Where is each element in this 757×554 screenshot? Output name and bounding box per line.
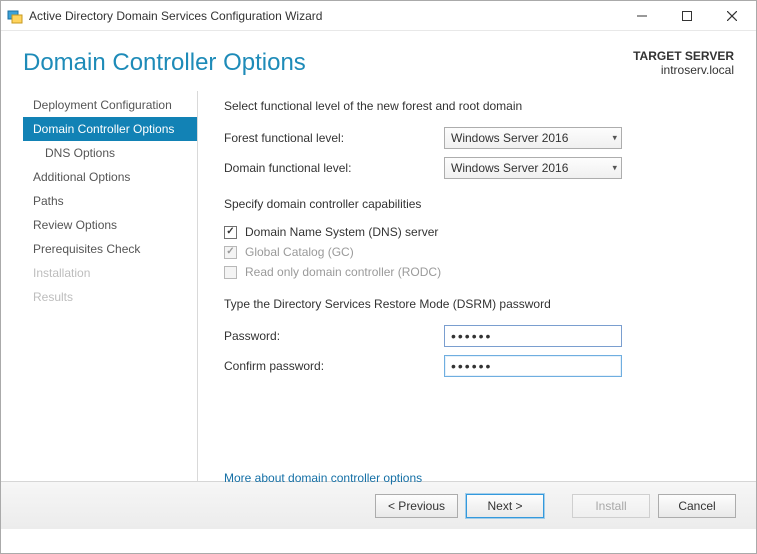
forest-level-label: Forest functional level:	[224, 131, 444, 145]
nav-dns-options[interactable]: DNS Options	[23, 141, 197, 165]
password-label: Password:	[224, 329, 444, 343]
dns-checkbox[interactable]	[224, 226, 237, 239]
confirm-password-input[interactable]: ••••••	[444, 355, 622, 377]
next-button[interactable]: Next >	[466, 494, 544, 518]
gc-checkbox-row: Global Catalog (GC)	[224, 245, 726, 259]
body: Deployment Configuration Domain Controll…	[1, 91, 756, 481]
rodc-checkbox-label: Read only domain controller (RODC)	[245, 265, 441, 279]
chevron-down-icon: ▾	[612, 133, 617, 144]
install-button: Install	[572, 494, 650, 518]
nav-paths[interactable]: Paths	[23, 189, 197, 213]
functional-level-text: Select functional level of the new fores…	[224, 99, 726, 113]
password-row: Password: ••••••	[224, 325, 726, 347]
nav-deployment-configuration[interactable]: Deployment Configuration	[23, 93, 197, 117]
close-button[interactable]	[709, 2, 754, 30]
password-input[interactable]: ••••••	[444, 325, 622, 347]
rodc-checkbox	[224, 266, 237, 279]
gc-checkbox-label: Global Catalog (GC)	[245, 245, 354, 259]
maximize-button[interactable]	[664, 2, 709, 30]
dsrm-text: Type the Directory Services Restore Mode…	[224, 297, 726, 311]
content-panel: Select functional level of the new fores…	[198, 91, 756, 481]
nav-results: Results	[23, 285, 197, 309]
target-server-value: introserv.local	[633, 63, 734, 77]
forest-level-select[interactable]: Windows Server 2016 ▾	[444, 127, 622, 149]
gc-checkbox	[224, 246, 237, 259]
domain-level-row: Domain functional level: Windows Server …	[224, 157, 726, 179]
nav-prerequisites-check[interactable]: Prerequisites Check	[23, 237, 197, 261]
app-icon	[7, 8, 23, 24]
nav-review-options[interactable]: Review Options	[23, 213, 197, 237]
password-value: ••••••	[451, 328, 492, 344]
forest-level-value: Windows Server 2016	[451, 131, 568, 145]
target-server-label: TARGET SERVER	[633, 49, 734, 63]
confirm-password-label: Confirm password:	[224, 359, 444, 373]
chevron-down-icon: ▾	[612, 163, 617, 174]
minimize-button[interactable]	[619, 2, 664, 30]
header: Domain Controller Options TARGET SERVER …	[1, 31, 756, 91]
titlebar: Active Directory Domain Services Configu…	[1, 1, 756, 31]
domain-level-label: Domain functional level:	[224, 161, 444, 175]
confirm-password-value: ••••••	[451, 358, 492, 374]
page-title: Domain Controller Options	[23, 49, 633, 77]
nav-additional-options[interactable]: Additional Options	[23, 165, 197, 189]
footer: < Previous Next > Install Cancel	[1, 481, 756, 529]
window-controls	[619, 2, 754, 30]
window-title: Active Directory Domain Services Configu…	[29, 9, 619, 23]
nav-domain-controller-options[interactable]: Domain Controller Options	[23, 117, 197, 141]
forest-level-row: Forest functional level: Windows Server …	[224, 127, 726, 149]
previous-button[interactable]: < Previous	[375, 494, 458, 518]
dns-checkbox-label: Domain Name System (DNS) server	[245, 225, 438, 239]
dns-checkbox-row: Domain Name System (DNS) server	[224, 225, 726, 239]
domain-level-value: Windows Server 2016	[451, 161, 568, 175]
rodc-checkbox-row: Read only domain controller (RODC)	[224, 265, 726, 279]
capabilities-text: Specify domain controller capabilities	[224, 197, 726, 211]
confirm-password-row: Confirm password: ••••••	[224, 355, 726, 377]
domain-level-select[interactable]: Windows Server 2016 ▾	[444, 157, 622, 179]
nav-installation: Installation	[23, 261, 197, 285]
sidebar: Deployment Configuration Domain Controll…	[23, 91, 198, 481]
more-about-link[interactable]: More about domain controller options	[224, 471, 422, 485]
target-server-box: TARGET SERVER introserv.local	[633, 49, 734, 77]
cancel-button[interactable]: Cancel	[658, 494, 736, 518]
